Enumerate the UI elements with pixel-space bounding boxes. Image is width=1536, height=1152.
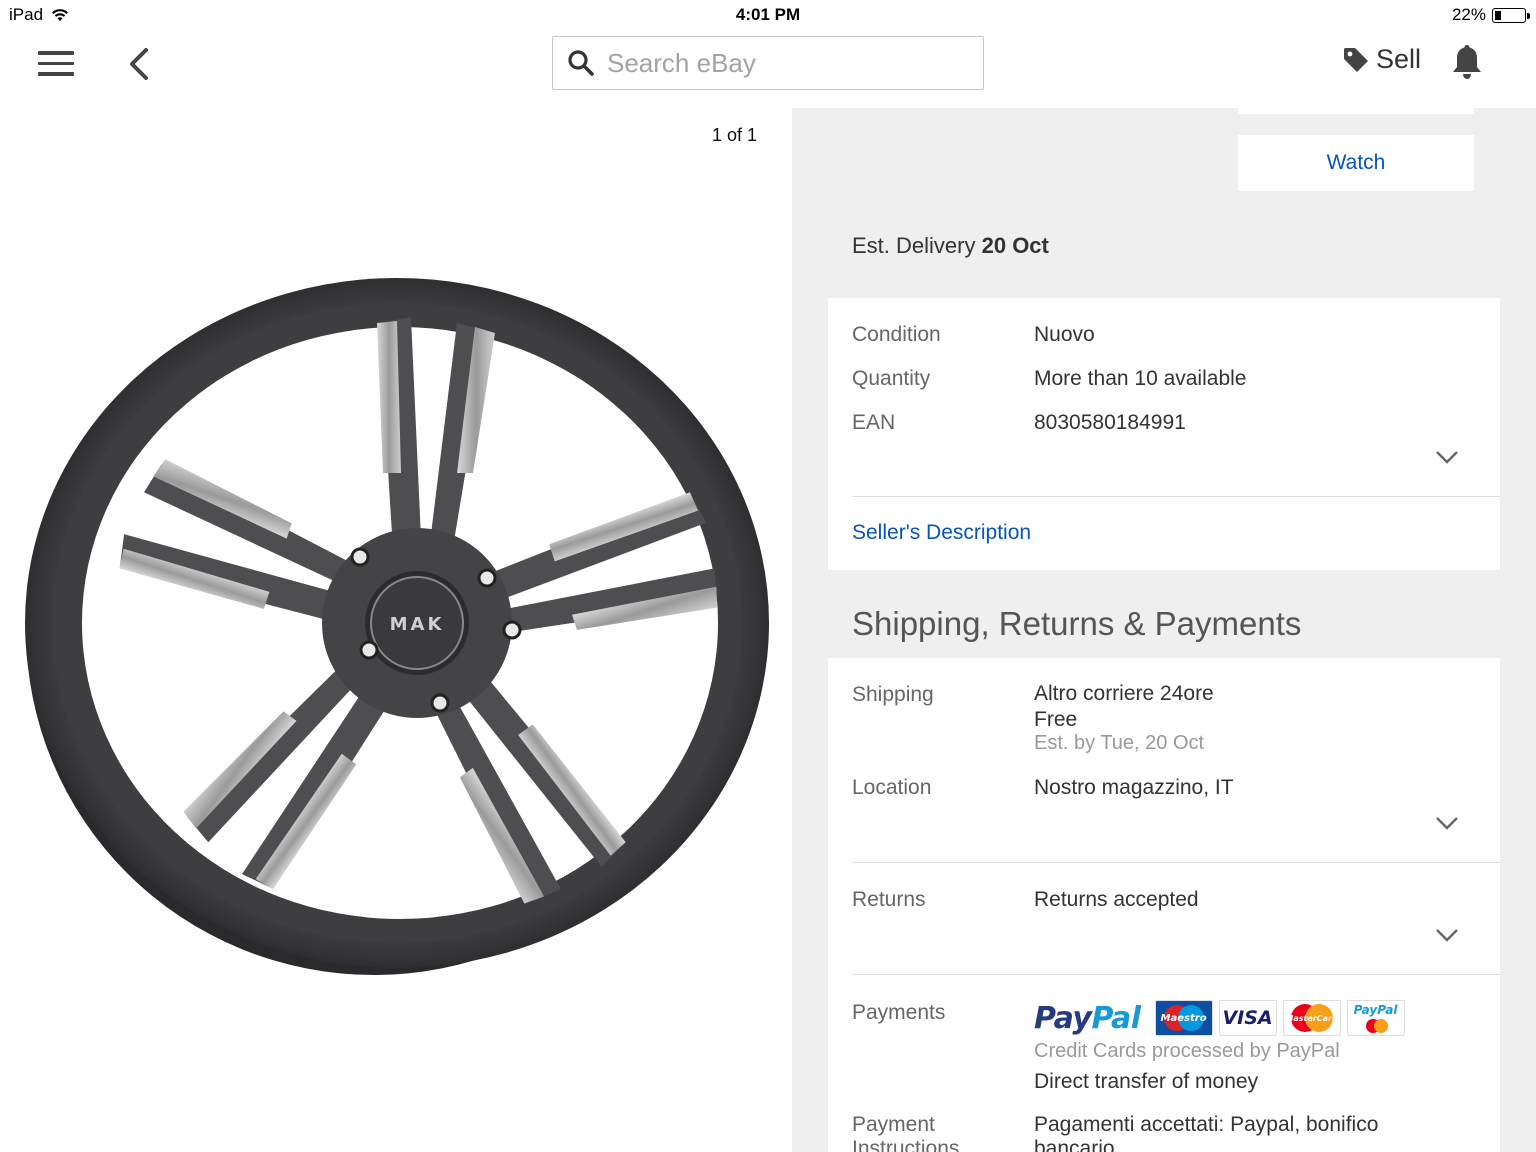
battery-icon [1492, 7, 1530, 23]
direct-transfer-value: Direct transfer of money [1034, 1070, 1259, 1093]
status-time: 4:01 PM [735, 5, 801, 24]
shipping-returns-payments-card: Shipping Altro corriere 24ore Free Est. … [828, 658, 1500, 1152]
estimated-delivery: Est. Delivery 20 Oct [852, 233, 1049, 259]
battery-percent: 22% [1451, 5, 1486, 24]
condition-value: Nuovo [1034, 323, 1095, 346]
watch-button[interactable]: Watch [1238, 135, 1474, 191]
delivery-label: Est. Delivery [852, 233, 976, 258]
chevron-down-icon[interactable] [1434, 814, 1460, 832]
wheel-cap-logo: MAK [390, 614, 445, 635]
paypal-mastercard-icon: PayPal [1346, 1000, 1405, 1036]
payment-instructions-value-2: bancario [1034, 1137, 1115, 1152]
shipping-estimate: Est. by Tue, 20 Oct [1034, 732, 1205, 754]
notifications-bell-icon[interactable] [1450, 42, 1484, 82]
paypal-logo: PayPal [1034, 1000, 1141, 1036]
mastercard-icon: MasterCard [1282, 1000, 1341, 1036]
item-details-pane: Watch Est. Delivery 20 Oct Condition Nuo… [792, 108, 1536, 1152]
search-icon [568, 50, 594, 76]
shipping-cost: Free [1034, 708, 1078, 731]
payment-instructions-label-2: Instructions [852, 1137, 960, 1152]
tag-icon [1344, 47, 1368, 72]
chevron-down-icon[interactable] [1434, 926, 1460, 944]
shipping-carrier: Altro corriere 24ore [1034, 682, 1214, 705]
divider [852, 974, 1500, 975]
payment-logos: PayPal Maestro VISA MasterCard PayPal [1034, 1000, 1405, 1036]
maestro-card-icon: Maestro [1154, 1000, 1213, 1036]
status-right: 22% [1451, 5, 1530, 25]
shipping-label: Shipping [852, 683, 934, 706]
image-counter: 1 of 1 [711, 125, 757, 145]
delivery-date: 20 Oct [981, 233, 1049, 258]
returns-label: Returns [852, 888, 926, 911]
search-input[interactable] [607, 47, 967, 79]
search-bar[interactable] [552, 36, 984, 90]
divider [852, 496, 1500, 497]
payment-instructions-value-1: Pagamenti accettati: Paypal, bonifico [1034, 1113, 1379, 1136]
item-specifics-card: Condition Nuovo Quantity More than 10 av… [828, 298, 1500, 570]
sell-label: Sell [1376, 44, 1422, 74]
top-navigation: Sell [0, 30, 1536, 108]
sellers-description-link[interactable]: Seller's Description [852, 521, 1031, 545]
payment-instructions-label-1: Payment [852, 1113, 935, 1136]
ean-label: EAN [852, 411, 896, 434]
ean-value: 8030580184991 [1034, 411, 1186, 434]
returns-value: Returns accepted [1034, 888, 1199, 911]
payments-label: Payments [852, 1001, 946, 1024]
visa-card-icon: VISA [1218, 1000, 1277, 1036]
chevron-down-icon[interactable] [1434, 448, 1460, 466]
previous-button-stub [1238, 108, 1474, 114]
divider [852, 862, 1500, 863]
condition-label: Condition [852, 323, 941, 346]
menu-icon[interactable] [38, 51, 74, 77]
location-link[interactable]: Nostro magazzino, IT [1034, 776, 1234, 800]
location-label: Location [852, 776, 932, 799]
status-bar: iPad 4:01 PM 22% [0, 0, 1536, 30]
sell-button[interactable]: Sell [1342, 44, 1421, 75]
alloy-wheel-image[interactable]: MAK [22, 278, 770, 978]
quantity-label: Quantity [852, 367, 931, 390]
quantity-value: More than 10 available [1034, 367, 1247, 390]
section-title: Shipping, Returns & Payments [852, 605, 1302, 642]
credit-cards-note: Credit Cards processed by PayPal [1034, 1040, 1340, 1062]
back-arrow-icon[interactable] [124, 44, 154, 84]
image-gallery[interactable]: 1 of 1 MAK [0, 108, 792, 1152]
